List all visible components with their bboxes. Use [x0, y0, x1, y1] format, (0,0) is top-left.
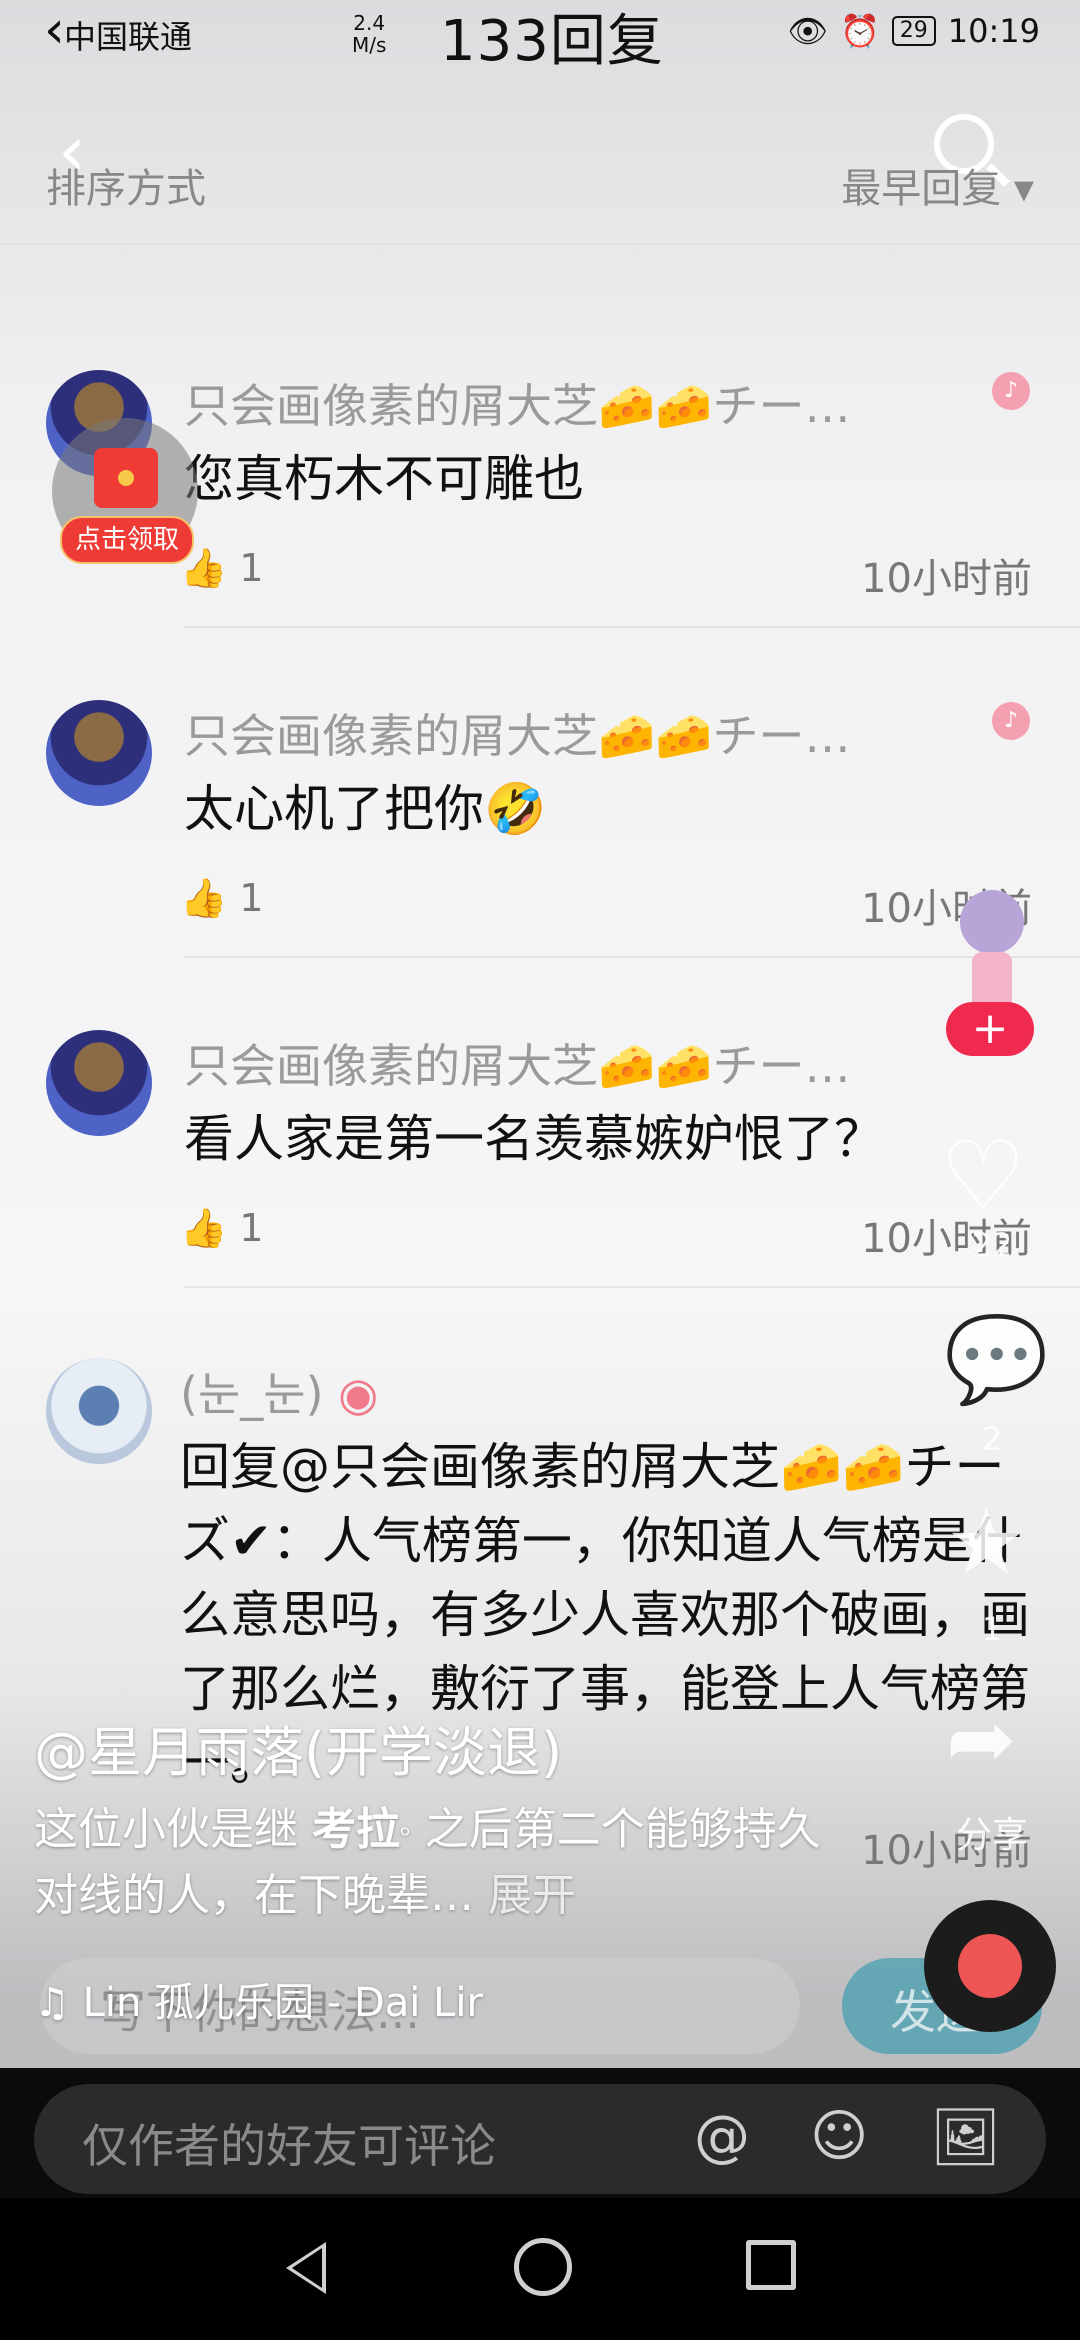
like-count: 1 — [239, 546, 264, 590]
network-unit: M/s — [352, 33, 387, 57]
heart-icon[interactable]: ♡ — [940, 1120, 1026, 1232]
author-badge-icon: ♪ — [992, 702, 1030, 740]
comments-header: ‹ 排序方式 最早回复 ▾ — [0, 70, 1080, 240]
star-icon[interactable]: ★ — [946, 1490, 1027, 1595]
sort-label: 排序方式 — [46, 166, 206, 212]
like-button[interactable]: 👍 1 — [180, 876, 264, 921]
divider — [184, 626, 1080, 628]
video-description: 这位小伙是继 考拉ᵒ 之后第二个能够持久对线的人，在下晚辈… 展开 — [34, 1800, 834, 1926]
status-back-icon: ‹ — [44, 0, 65, 60]
comment-time: 10小时前 — [861, 556, 1032, 602]
search-small-icon: ᵒ — [400, 1821, 411, 1851]
comment-bar: 仅作者的好友可评论 @ ☺ 🖼 — [0, 2068, 1080, 2198]
like-total: 22 — [971, 1226, 1013, 1264]
comment-username[interactable]: 只会画像素的屑大芝🧀🧀チー… — [184, 1030, 851, 1096]
caret-down-icon: ▾ — [1013, 166, 1034, 212]
carrier-name: 中国联通 — [64, 18, 193, 56]
comment-username[interactable]: (눈_눈) ◉ — [180, 1358, 378, 1424]
nav-recent-icon[interactable] — [746, 2240, 796, 2290]
network-rate: 2.4 — [353, 11, 386, 35]
desc-prefix: 这位小伙是继 — [34, 1804, 312, 1855]
emoji-icon[interactable]: ☺ — [810, 2104, 868, 2169]
music-info[interactable]: ♫ Lin 孤儿乐园 - Dai Lir — [34, 1970, 483, 2028]
expand-link[interactable]: 展开 — [488, 1870, 576, 1921]
system-nav-bar — [0, 2198, 1080, 2340]
avatar[interactable] — [46, 700, 152, 806]
thumbs-up-icon: 👍 — [180, 876, 228, 920]
nav-back-icon[interactable] — [286, 2242, 326, 2294]
comment-bubble-icon[interactable]: 💬 — [944, 1310, 1049, 1409]
share-label: 分享 — [955, 1815, 1028, 1856]
music-note-icon: ♫ — [34, 1980, 70, 2026]
mascot-head — [960, 890, 1024, 954]
network-speed: 2.4 M/s — [352, 12, 386, 56]
video-author[interactable]: @星月雨落(开学淡退) — [34, 1708, 562, 1787]
eye-icon: 👁 — [787, 12, 828, 50]
alarm-icon: ⏰ — [839, 12, 880, 50]
like-count: 1 — [239, 876, 264, 920]
favorite-total: 1 — [981, 1610, 1003, 1648]
page: ‹ 中国联通 2.4 M/s 133回复 👁 ⏰ 29 10:19 ‹ 排序方式… — [0, 0, 1080, 2340]
comment-username-text: (눈_눈) — [180, 1367, 324, 1421]
comment-username[interactable]: 只会画像素的屑大芝🧀🧀チー… — [184, 370, 851, 436]
battery-indicator: 29 — [891, 16, 936, 46]
comment-input-placeholder: 仅作者的好友可评论 — [82, 2119, 496, 2173]
comment-text: 您真朽木不可雕也 — [184, 450, 584, 508]
avatar[interactable] — [46, 1030, 152, 1136]
status-bar: ‹ 中国联通 2.4 M/s 133回复 👁 ⏰ 29 10:19 — [0, 0, 1080, 74]
replies-title: 133回复 — [440, 9, 664, 74]
like-button[interactable]: 👍 1 — [180, 1206, 264, 1251]
music-disc[interactable] — [924, 1900, 1056, 2032]
like-count: 1 — [239, 1206, 264, 1250]
comment-input[interactable]: 仅作者的好友可评论 @ ☺ 🖼 — [34, 2084, 1046, 2194]
like-button[interactable]: 👍 1 — [180, 546, 264, 591]
author-badge-icon: ♪ — [992, 372, 1030, 410]
follow-button[interactable]: + — [946, 1002, 1034, 1056]
music-title: Lin 孤儿乐园 - Dai Lir — [82, 1980, 483, 2026]
red-packet-button[interactable]: 点击领取 — [52, 418, 198, 564]
nav-home-icon[interactable] — [514, 2238, 572, 2296]
status-right: 👁 ⏰ 29 10:19 — [787, 12, 1040, 50]
clock: 10:19 — [947, 12, 1040, 50]
image-icon[interactable]: 🖼 — [930, 2104, 1001, 2170]
red-envelope-icon — [94, 448, 158, 508]
fire-badge-icon: ◉ — [338, 1367, 379, 1421]
comment-text: 太心机了把你🤣 — [184, 780, 547, 838]
desc-mention[interactable]: 考拉 — [312, 1804, 400, 1855]
at-icon[interactable]: @ — [694, 2104, 750, 2169]
avatar[interactable] — [46, 1358, 152, 1464]
comment-total: 2 — [981, 1420, 1003, 1458]
comment-text: 看人家是第一名羡慕嫉妒恨了？ — [184, 1110, 884, 1168]
share-icon[interactable]: ➦ — [946, 1690, 1016, 1788]
sort-dropdown[interactable]: 最早回复 ▾ — [841, 156, 1034, 214]
music-cover — [958, 1934, 1022, 1998]
divider — [184, 1286, 1080, 1288]
comment-username[interactable]: 只会画像素的屑大芝🧀🧀チー… — [184, 700, 851, 766]
thumbs-up-icon: 👍 — [180, 1206, 228, 1250]
divider — [0, 243, 1080, 245]
red-packet-label: 点击领取 — [60, 516, 194, 564]
sort-value: 最早回复 — [841, 166, 1002, 212]
